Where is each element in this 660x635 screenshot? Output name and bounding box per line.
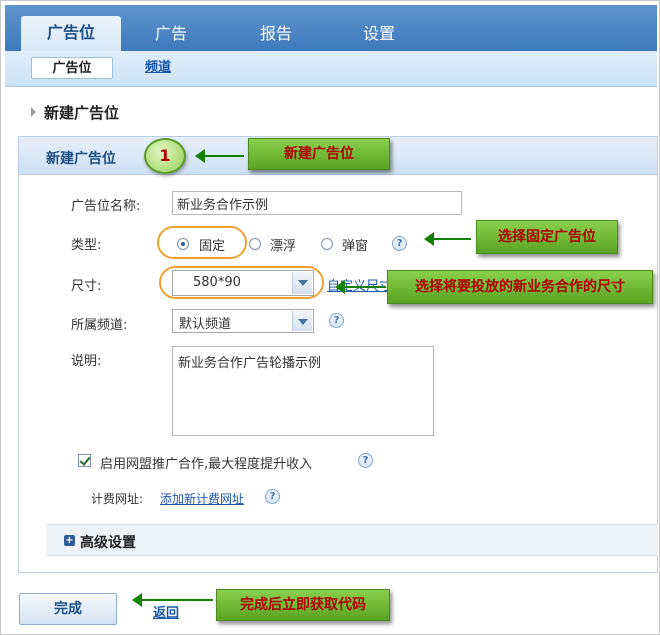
panel-title: 新建广告位 [46, 151, 116, 167]
arrow-left-icon [195, 149, 244, 163]
type-label: 类型: [71, 238, 102, 253]
advanced-settings-toggle[interactable]: + 高级设置 [46, 524, 658, 556]
arrow-left-icon [335, 280, 386, 294]
back-link[interactable]: 返回 [153, 602, 179, 621]
description-label: 说明: [71, 354, 102, 369]
size-label: 尺寸: [71, 279, 102, 294]
breadcrumb-label: 新建广告位 [44, 104, 120, 122]
top-navigation: 广告位 广告 报告 设置 [5, 5, 657, 51]
type-option-popup: 弹窗 [342, 239, 369, 254]
arrow-left-icon [132, 593, 213, 607]
triangle-right-icon [31, 107, 36, 117]
name-label: 广告位名称: [71, 199, 141, 214]
callout-done: 完成后立即获取代码 [216, 589, 390, 621]
app-frame: 广告位 广告 报告 设置 广告位 频道 新建广告位 新建广告位 广告位名称: 类… [0, 0, 660, 635]
advanced-settings-label: 高级设置 [80, 535, 136, 551]
alliance-checkbox-label: 启用网盟推广合作,最大程度提升收入 [100, 457, 313, 472]
alliance-help-icon[interactable]: ? [358, 453, 373, 468]
new-ad-slot-panel: 新建广告位 广告位名称: 类型: 固定 漂浮 弹窗 ? 尺寸: 580*90 自… [18, 136, 658, 573]
channel-help-icon[interactable]: ? [329, 313, 344, 328]
sub-navigation: 广告位 频道 [5, 51, 657, 87]
billing-help-icon[interactable]: ? [265, 489, 280, 504]
arrow-left-icon [424, 232, 471, 246]
callout-size: 选择将要投放的新业务合作的尺寸 [387, 270, 653, 304]
channel-value: 默认频道 [179, 317, 232, 332]
type-radio-floating[interactable] [249, 238, 261, 250]
highlight-type-fixed [157, 226, 247, 259]
billing-label: 计费网址: [91, 492, 144, 506]
subtab-ad-slots[interactable]: 广告位 [31, 57, 113, 79]
tab-reports[interactable]: 报告 [226, 17, 326, 51]
tab-settings[interactable]: 设置 [329, 17, 429, 51]
type-radio-popup[interactable] [321, 238, 333, 250]
alliance-checkbox[interactable] [78, 454, 91, 467]
callout-type: 选择固定广告位 [476, 220, 618, 254]
description-textarea[interactable]: 新业务合作广告轮播示例 [172, 346, 434, 436]
breadcrumb: 新建广告位 [31, 102, 119, 123]
type-help-icon[interactable]: ? [392, 236, 407, 251]
channel-select[interactable]: 默认频道 [172, 309, 314, 333]
name-input[interactable] [172, 191, 462, 215]
type-option-floating: 漂浮 [270, 239, 297, 254]
highlight-size [159, 266, 324, 299]
subtab-channels[interactable]: 频道 [145, 57, 171, 79]
step-badge: 1 [144, 138, 186, 174]
chevron-down-icon[interactable] [292, 311, 312, 331]
channel-label: 所属频道: [71, 318, 128, 333]
tab-ad-slots[interactable]: 广告位 [21, 16, 121, 51]
done-button[interactable]: 完成 [19, 593, 117, 625]
tab-ads[interactable]: 广告 [121, 17, 221, 51]
add-billing-url-link[interactable]: 添加新计费网址 [160, 490, 244, 507]
callout-new-slot: 新建广告位 [248, 138, 390, 170]
plus-icon: + [64, 535, 75, 546]
